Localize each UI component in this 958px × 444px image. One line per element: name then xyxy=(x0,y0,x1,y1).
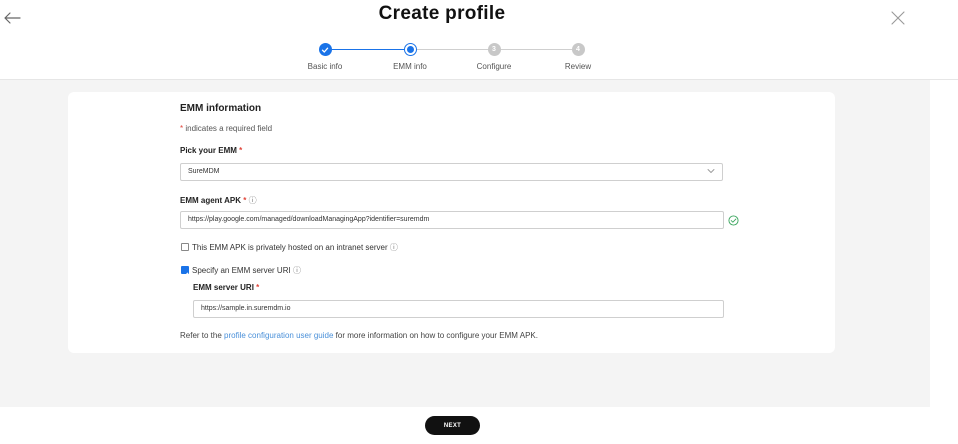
step-basic-info: Basic info xyxy=(295,43,355,71)
pick-emm-label: Pick your EMM * xyxy=(180,146,242,155)
info-icon[interactable]: ⓘ xyxy=(249,196,257,205)
required-asterisk: * xyxy=(239,146,243,155)
emm-select[interactable]: SureMDM xyxy=(180,163,723,181)
step-number: 4 xyxy=(571,43,585,56)
step-label: EMM info xyxy=(393,62,427,71)
pick-emm-label-text: Pick your EMM xyxy=(180,146,237,155)
page-title: Create profile xyxy=(378,3,506,24)
server-uri-checkbox-label: Specify an EMM server URI ⓘ xyxy=(192,265,301,276)
agent-apk-label: EMM agent APK * ⓘ xyxy=(180,195,257,206)
user-guide-link[interactable]: profile configuration user guide xyxy=(224,331,333,340)
required-asterisk: * xyxy=(256,283,260,292)
page-header: Create profile Basic info EMM info 3 Con… xyxy=(0,0,958,80)
agent-apk-value: https://play.google.com/managed/download… xyxy=(188,216,430,223)
step-emm-info: EMM info xyxy=(380,43,440,71)
chevron-down-icon xyxy=(707,169,715,173)
info-icon[interactable]: ⓘ xyxy=(293,266,301,275)
server-uri-checkbox-label-text: Specify an EMM server URI xyxy=(192,266,291,275)
required-note-text: indicates a required field xyxy=(183,124,273,133)
step-label: Basic info xyxy=(307,62,343,71)
close-icon[interactable] xyxy=(890,10,906,26)
server-uri-label: EMM server URI * xyxy=(193,283,259,292)
emm-select-value: SureMDM xyxy=(188,168,220,175)
intranet-checkbox-label: This EMM APK is privately hosted on an i… xyxy=(192,242,398,253)
check-icon xyxy=(318,43,332,56)
server-uri-input[interactable]: https://sample.in.suremdm.io xyxy=(193,300,724,318)
help-text-suffix: for more information on how to configure… xyxy=(333,331,538,340)
step-active-indicator xyxy=(403,43,417,56)
intranet-checkbox[interactable] xyxy=(181,243,189,251)
step-label: Configure xyxy=(476,62,512,71)
step-configure: 3 Configure xyxy=(464,43,524,71)
server-uri-checkbox[interactable] xyxy=(181,266,189,278)
intranet-checkbox-label-text: This EMM APK is privately hosted on an i… xyxy=(192,243,388,252)
check-icon xyxy=(181,272,189,278)
agent-apk-input[interactable]: https://play.google.com/managed/download… xyxy=(180,211,724,229)
required-note: * indicates a required field xyxy=(180,124,272,133)
help-text: Refer to the profile configuration user … xyxy=(180,331,538,340)
help-text-prefix: Refer to the xyxy=(180,331,225,340)
next-button[interactable]: NEXT xyxy=(425,416,480,435)
section-title: EMM information xyxy=(180,103,262,114)
valid-check-icon xyxy=(728,215,739,226)
info-icon[interactable]: ⓘ xyxy=(390,243,398,252)
progress-stepper: Basic info EMM info 3 Configure 4 Review xyxy=(300,43,600,75)
required-asterisk: * xyxy=(243,196,247,205)
server-uri-label-text: EMM server URI xyxy=(193,283,254,292)
server-uri-value: https://sample.in.suremdm.io xyxy=(201,305,291,312)
step-review: 4 Review xyxy=(548,43,608,71)
step-number: 3 xyxy=(487,43,501,56)
right-gutter xyxy=(930,80,958,444)
agent-apk-label-text: EMM agent APK xyxy=(180,196,242,205)
step-label: Review xyxy=(564,62,592,71)
